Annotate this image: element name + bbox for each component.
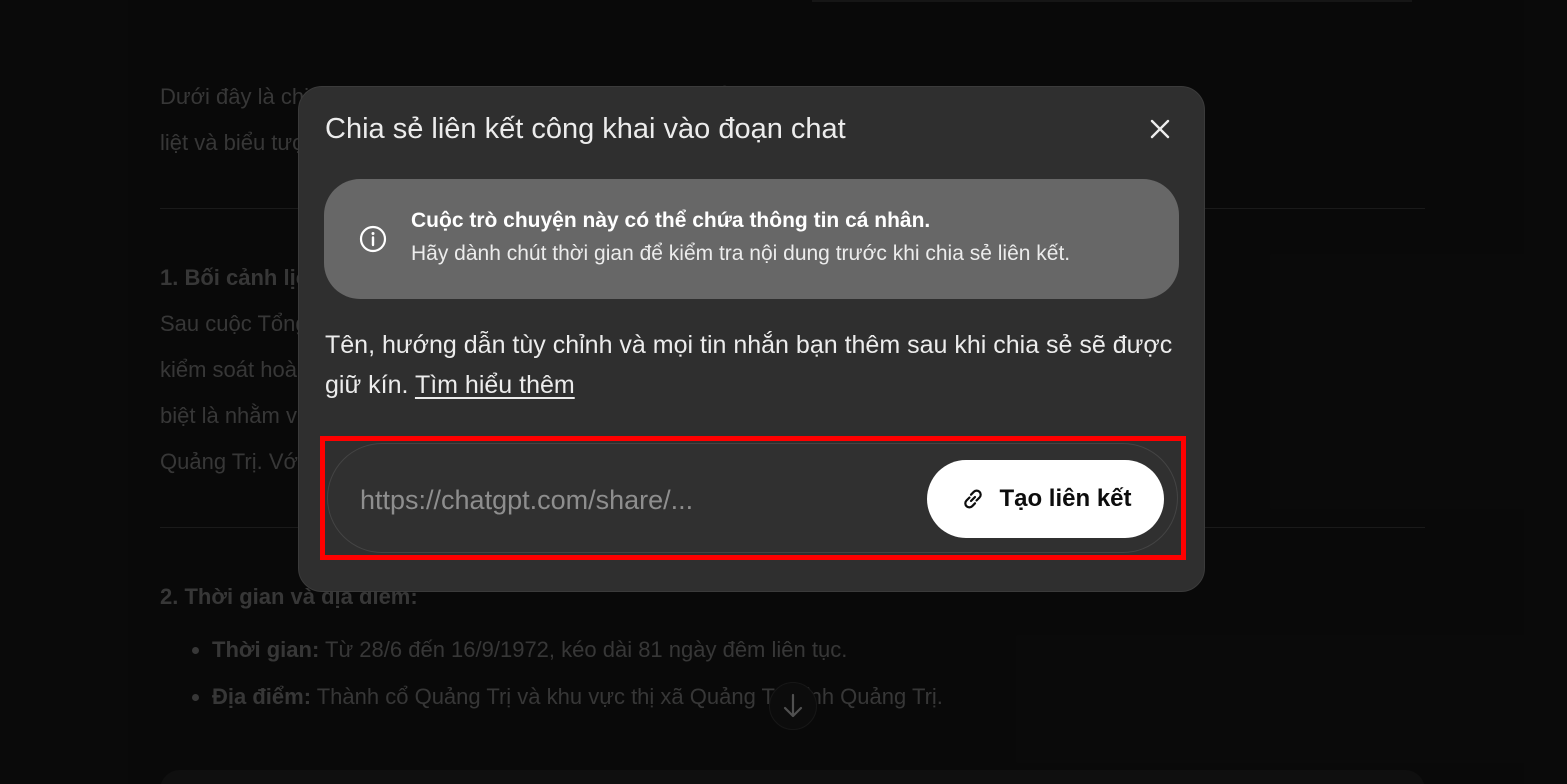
privacy-notice: Cuộc trò chuyện này có thể chứa thông ti… [324,179,1179,299]
share-dialog: Chia sẻ liên kết công khai vào đoạn chat… [298,86,1205,592]
info-icon [359,225,387,253]
page: Dưới đây là chi tiết về trận chiến 81 ng… [0,0,1567,784]
close-icon [1150,119,1170,139]
learn-more-link[interactable]: Tìm hiểu thêm [415,371,575,399]
notice-title: Cuộc trò chuyện này có thể chứa thông ti… [411,209,931,232]
share-description: Tên, hướng dẫn tùy chỉnh và mọi tin nhắn… [325,325,1185,405]
close-button[interactable] [1140,109,1180,149]
notice-body: Hãy dành chút thời gian để kiểm tra nội … [411,242,1071,265]
highlight-box [320,436,1186,560]
dialog-title: Chia sẻ liên kết công khai vào đoạn chat [325,113,846,145]
